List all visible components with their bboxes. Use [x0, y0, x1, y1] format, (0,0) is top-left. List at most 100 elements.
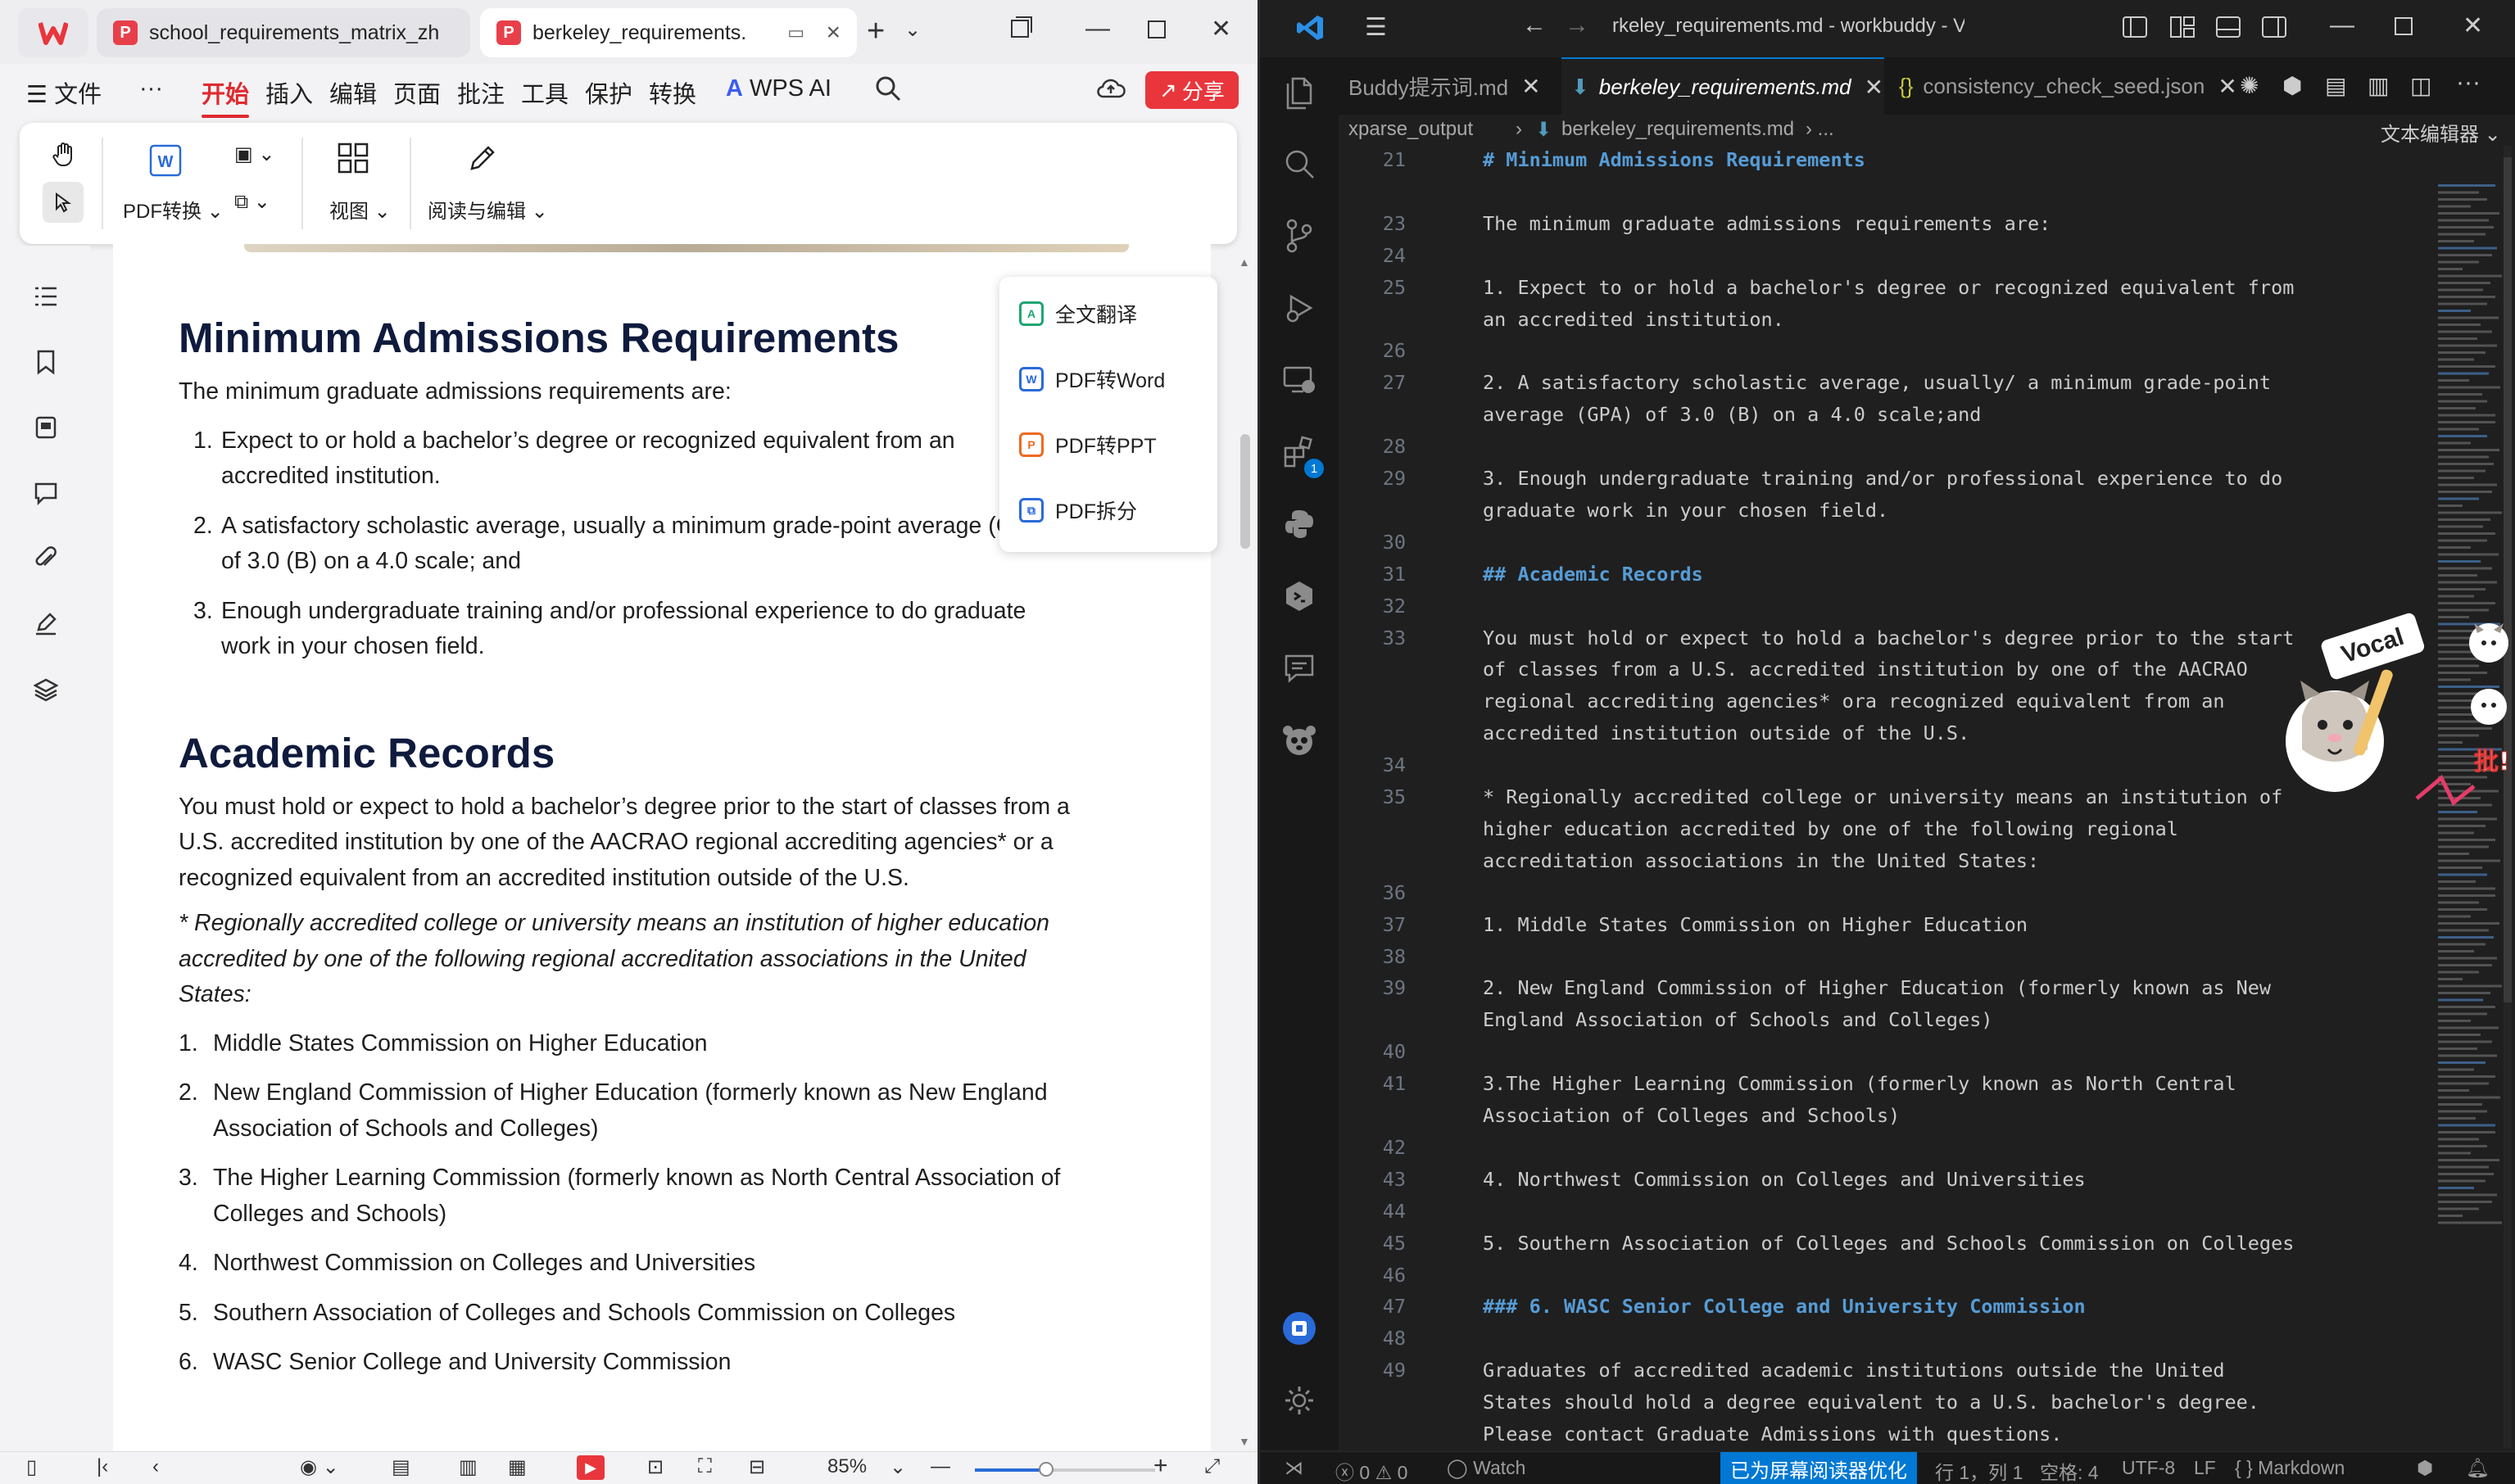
tab-school-requirements[interactable]: P school_requirements_matrix_zh — [97, 8, 470, 57]
menu-hamburger-icon[interactable]: ☰ — [1365, 13, 1387, 42]
text-editor-label[interactable]: 文本编辑器 ⌄ — [2381, 118, 2501, 147]
book-view-icon[interactable]: ▦ — [508, 1455, 527, 1479]
explorer-icon[interactable] — [1280, 72, 1319, 111]
page-view-icon[interactable]: ▥ — [459, 1455, 478, 1479]
zoom-out-icon[interactable]: — — [931, 1455, 950, 1478]
image-convert-icon[interactable]: ▣ ⌄ — [234, 143, 274, 166]
pen-edit-icon[interactable] — [465, 143, 498, 181]
tab-buddy-prompt[interactable]: Buddy提示词.md ✕ — [1339, 57, 1557, 115]
remote-explorer-icon[interactable] — [1280, 360, 1319, 400]
toggle-panel-icon[interactable] — [2215, 15, 2241, 43]
manage-gear-icon[interactable] — [1280, 1381, 1319, 1420]
menu-protect[interactable]: 保护 — [585, 75, 632, 110]
tab-list-chevron-icon[interactable]: ⌄ — [904, 18, 921, 42]
back-arrow-icon[interactable]: ← — [1522, 11, 1547, 39]
eye-mode-icon[interactable]: ◉ ⌄ — [300, 1455, 339, 1479]
vscode-close-button[interactable]: ✕ — [2463, 11, 2483, 40]
single-page-icon[interactable]: ▤ — [392, 1455, 410, 1479]
screen-reader-mode[interactable]: 已为屏幕阅读器优化 — [1720, 1452, 1917, 1484]
editor-scrollbar-thumb[interactable] — [2504, 157, 2512, 1002]
breadcrumb-file[interactable]: berkeley_requirements.md — [1561, 118, 1794, 141]
notifications-bell-icon[interactable]: 🔔︎ — [2466, 1457, 2490, 1479]
close-tab-icon[interactable]: ✕ — [1865, 74, 1883, 101]
breadcrumb-folder[interactable]: xparse_output — [1348, 118, 1473, 141]
menu-convert[interactable]: 转换 — [649, 75, 696, 110]
zoom-level[interactable]: 85% — [827, 1455, 867, 1478]
close-tab-icon[interactable]: ✕ — [1521, 73, 1540, 100]
signature-icon[interactable] — [31, 609, 61, 639]
codebuddy-tab-icon[interactable]: ⬢ — [2282, 72, 2302, 99]
python-icon[interactable] — [1280, 504, 1319, 544]
menu-annotate[interactable]: 批注 — [457, 75, 505, 110]
split-editor-icon[interactable]: ◫ — [2410, 72, 2431, 99]
extensions-icon[interactable]: 1 — [1280, 432, 1324, 478]
menu-start[interactable]: 开始 — [202, 75, 250, 118]
openai-icon[interactable]: ✺ — [2240, 72, 2259, 99]
cloud-upload-icon[interactable] — [1096, 75, 1126, 106]
scroll-down-arrow-icon[interactable]: ▼ — [1239, 1435, 1250, 1448]
run-debug-icon[interactable] — [1280, 288, 1319, 328]
menu-wps-ai[interactable]: A WPS AI — [726, 75, 832, 102]
fullscreen-icon[interactable]: ⤢ — [1204, 1455, 1220, 1478]
view-grid-icon[interactable] — [336, 141, 370, 181]
pdf-convert-dropdown[interactable]: PDF转换 ⌄ — [123, 195, 224, 224]
pdf-to-word-item[interactable]: W PDF转Word — [1019, 359, 1165, 400]
restore-tabs-icon[interactable] — [1009, 15, 1034, 46]
layers-icon[interactable] — [31, 675, 61, 704]
indentation[interactable]: 空格: 4 — [2040, 1457, 2099, 1484]
toggle-secondary-sidebar-icon[interactable] — [2261, 15, 2287, 43]
tab-berkeley-requirements[interactable]: P berkeley_requirements. ▭ × — [480, 8, 857, 57]
accounts-icon[interactable] — [1280, 1309, 1319, 1348]
file-menu[interactable]: ☰ 文件 — [26, 75, 102, 110]
source-control-icon[interactable] — [1280, 216, 1319, 256]
minimize-button[interactable]: — — [1085, 15, 1110, 43]
customize-layout-icon[interactable] — [2169, 15, 2196, 43]
monitor-icon[interactable]: ▭ — [787, 22, 804, 43]
sidebar-toggle-icon[interactable]: ▯ — [26, 1455, 37, 1479]
zoom-dropdown-icon[interactable]: ⌄ — [890, 1455, 906, 1479]
zoom-in-icon[interactable]: + — [1153, 1452, 1168, 1480]
pdf-scrollbar-thumb[interactable] — [1240, 434, 1250, 549]
search-icon[interactable] — [1280, 144, 1319, 183]
maximize-button[interactable] — [1147, 18, 1167, 46]
read-edit-dropdown[interactable]: 阅读与编辑 ⌄ — [428, 195, 548, 224]
close-tab-icon[interactable]: ✕ — [2218, 73, 2236, 100]
cursor-position[interactable]: 行 1，列 1 — [1935, 1457, 2023, 1484]
menu-insert[interactable]: 插入 — [265, 75, 313, 110]
actual-size-icon[interactable]: ⊡ — [647, 1455, 664, 1479]
zoom-slider[interactable] — [975, 1462, 1155, 1477]
select-tool-icon[interactable] — [43, 182, 84, 223]
fit-page-icon[interactable]: ⛶ — [698, 1455, 712, 1478]
tab-berkeley-requirements-md[interactable]: ⬇ berkeley_requirements.md ✕ — [1561, 57, 1884, 115]
pdf-split-item[interactable]: ⧉ PDF拆分 — [1019, 490, 1137, 531]
copy-convert-icon[interactable]: ⧉ ⌄ — [234, 190, 270, 214]
close-window-button[interactable]: ✕ — [1211, 15, 1231, 43]
hand-tool-icon[interactable] — [51, 141, 79, 174]
remote-icon[interactable]: ⋊ — [1285, 1457, 1303, 1479]
codebuddy-status-icon[interactable]: ⬢ — [2417, 1457, 2433, 1479]
more-menu[interactable]: ··· — [139, 75, 163, 102]
fit-width-icon[interactable]: ⊟ — [749, 1455, 765, 1479]
watch-indicator[interactable]: ◯ Watch — [1447, 1457, 1525, 1479]
menu-page[interactable]: 页面 — [393, 75, 441, 110]
more-actions-icon[interactable]: ··· — [2456, 69, 2481, 97]
close-tab-icon[interactable]: × — [826, 19, 841, 47]
pdf-to-word-icon[interactable]: W — [147, 143, 184, 184]
encoding[interactable]: UTF-8 — [2122, 1457, 2175, 1479]
prev-page-icon[interactable]: ‹ — [152, 1455, 159, 1478]
forward-arrow-icon[interactable]: → — [1565, 11, 1589, 39]
share-button[interactable]: ↗ 分享 — [1145, 71, 1239, 109]
chat-icon[interactable] — [1280, 649, 1319, 688]
scroll-up-arrow-icon[interactable]: ▲ — [1239, 256, 1250, 269]
play-icon[interactable]: ▶ — [577, 1455, 605, 1480]
vscode-maximize-button[interactable] — [2394, 16, 2413, 40]
codebuddy-icon[interactable] — [1280, 577, 1319, 616]
attachment-icon[interactable] — [31, 544, 61, 573]
language-mode[interactable]: { } Markdown — [2235, 1457, 2345, 1479]
search-icon[interactable] — [875, 75, 901, 108]
outline-icon[interactable] — [31, 282, 61, 311]
wps-logo-button[interactable] — [18, 8, 88, 57]
first-page-icon[interactable]: |‹ — [97, 1455, 108, 1478]
vscode-minimize-button[interactable]: — — [2330, 11, 2354, 39]
toggle-primary-sidebar-icon[interactable] — [2122, 15, 2148, 43]
